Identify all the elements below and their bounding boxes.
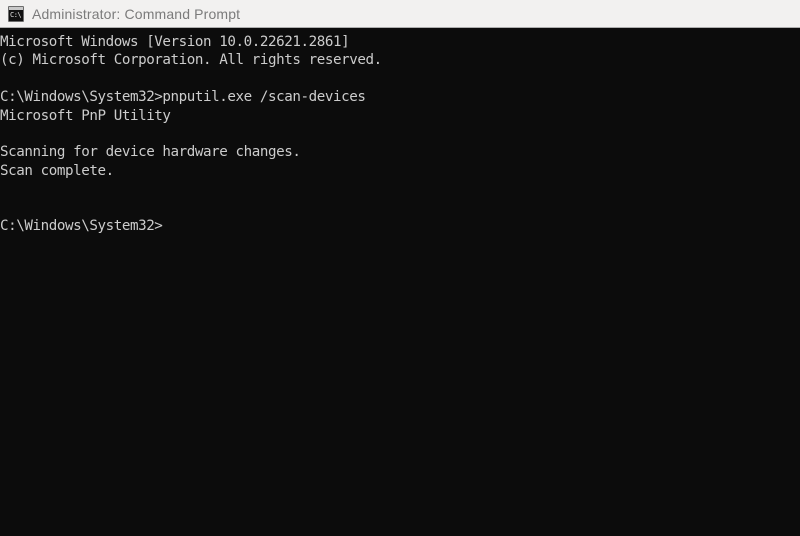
console-line: Microsoft PnP Utility	[0, 107, 171, 124]
console-text: Microsoft Windows [Version 10.0.22621.28…	[0, 33, 382, 235]
console-line: C:\Windows\System32>	[0, 217, 163, 234]
window-titlebar[interactable]: C:\ Administrator: Command Prompt	[0, 0, 800, 28]
console-output-area[interactable]: Microsoft Windows [Version 10.0.22621.28…	[0, 29, 800, 536]
console-line: Scan complete.	[0, 162, 114, 179]
icon-title-strip	[9, 6, 23, 10]
command-prompt-window: C:\ Administrator: Command Prompt Micros…	[0, 0, 800, 536]
window-title: Administrator: Command Prompt	[32, 5, 241, 22]
console-line: (c) Microsoft Corporation. All rights re…	[0, 52, 382, 69]
console-line: C:\Windows\System32>pnputil.exe /scan-de…	[0, 89, 366, 106]
command-prompt-icon: C:\	[8, 5, 24, 22]
icon-prompt-glyph: C:\	[10, 10, 22, 19]
console-line: Scanning for device hardware changes.	[0, 144, 301, 161]
console-line: Microsoft Windows [Version 10.0.22621.28…	[0, 34, 350, 50]
